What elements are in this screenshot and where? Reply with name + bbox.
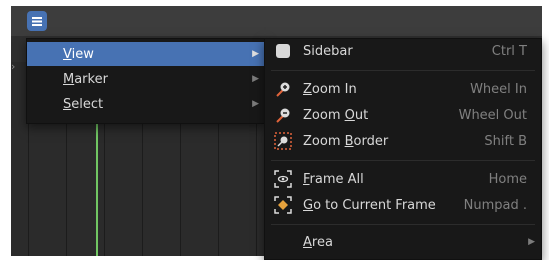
menu-item-marker-label: Marker — [63, 71, 108, 87]
menu-item-select[interactable]: Select ▶ — [27, 92, 265, 116]
sidebar-shortcut: Ctrl T — [491, 43, 527, 59]
zoom-border-label: Zoom Border — [303, 133, 389, 149]
menu-separator — [271, 70, 535, 71]
menu-separator — [271, 224, 535, 225]
zoom-in-icon — [276, 82, 290, 97]
zoom-border-icon — [274, 132, 292, 150]
menu-item-go-to-current-frame[interactable]: Go to Current Frame Numpad . — [265, 193, 541, 217]
hamburger-icon — [32, 16, 42, 26]
frame-all-icon — [274, 170, 292, 188]
submenu-arrow-icon: ▶ — [252, 49, 259, 59]
go-to-frame-label: Go to Current Frame — [303, 197, 436, 213]
zoom-in-label: Zoom In — [303, 81, 357, 97]
menu-item-view[interactable]: View ▶ — [27, 42, 265, 66]
checkbox-icon[interactable] — [276, 44, 290, 58]
menu-item-zoom-out[interactable]: Zoom Out Wheel Out — [265, 103, 541, 127]
menu-item-zoom-border[interactable]: Zoom Border Shift B — [265, 129, 541, 153]
submenu-arrow-icon: ▶ — [252, 99, 259, 109]
main-menu: View ▶ Marker ▶ Select ▶ — [26, 38, 266, 124]
chevron-right-icon[interactable]: › — [11, 60, 15, 73]
zoom-out-label: Zoom Out — [303, 107, 369, 123]
frame-all-shortcut: Home — [488, 171, 527, 187]
menu-separator — [271, 160, 535, 161]
go-to-frame-icon — [274, 196, 292, 214]
menu-item-area[interactable]: Area ▶ — [265, 230, 541, 254]
go-to-frame-shortcut: Numpad . — [463, 197, 527, 213]
menu-item-frame-all[interactable]: Frame All Home — [265, 167, 541, 191]
submenu-arrow-icon: ▶ — [528, 237, 535, 247]
menu-item-marker[interactable]: Marker ▶ — [27, 67, 265, 91]
view-submenu: Sidebar Ctrl T Zoom In Wheel In Zoom Out… — [264, 38, 542, 260]
submenu-arrow-icon: ▶ — [252, 74, 259, 84]
menu-item-select-label: Select — [63, 96, 104, 112]
editor-header — [11, 6, 542, 36]
hamburger-menu-button[interactable] — [27, 11, 47, 31]
area-label: Area — [303, 234, 333, 250]
zoom-out-icon — [276, 108, 290, 123]
menu-item-sidebar[interactable]: Sidebar Ctrl T — [265, 39, 541, 63]
menu-item-view-label: View — [63, 46, 94, 62]
zoom-out-shortcut: Wheel Out — [458, 107, 527, 123]
zoom-in-shortcut: Wheel In — [470, 81, 527, 97]
menu-item-zoom-in[interactable]: Zoom In Wheel In — [265, 77, 541, 101]
frame-all-label: Frame All — [303, 171, 364, 187]
sidebar-label: Sidebar — [303, 43, 353, 59]
zoom-border-shortcut: Shift B — [484, 133, 527, 149]
